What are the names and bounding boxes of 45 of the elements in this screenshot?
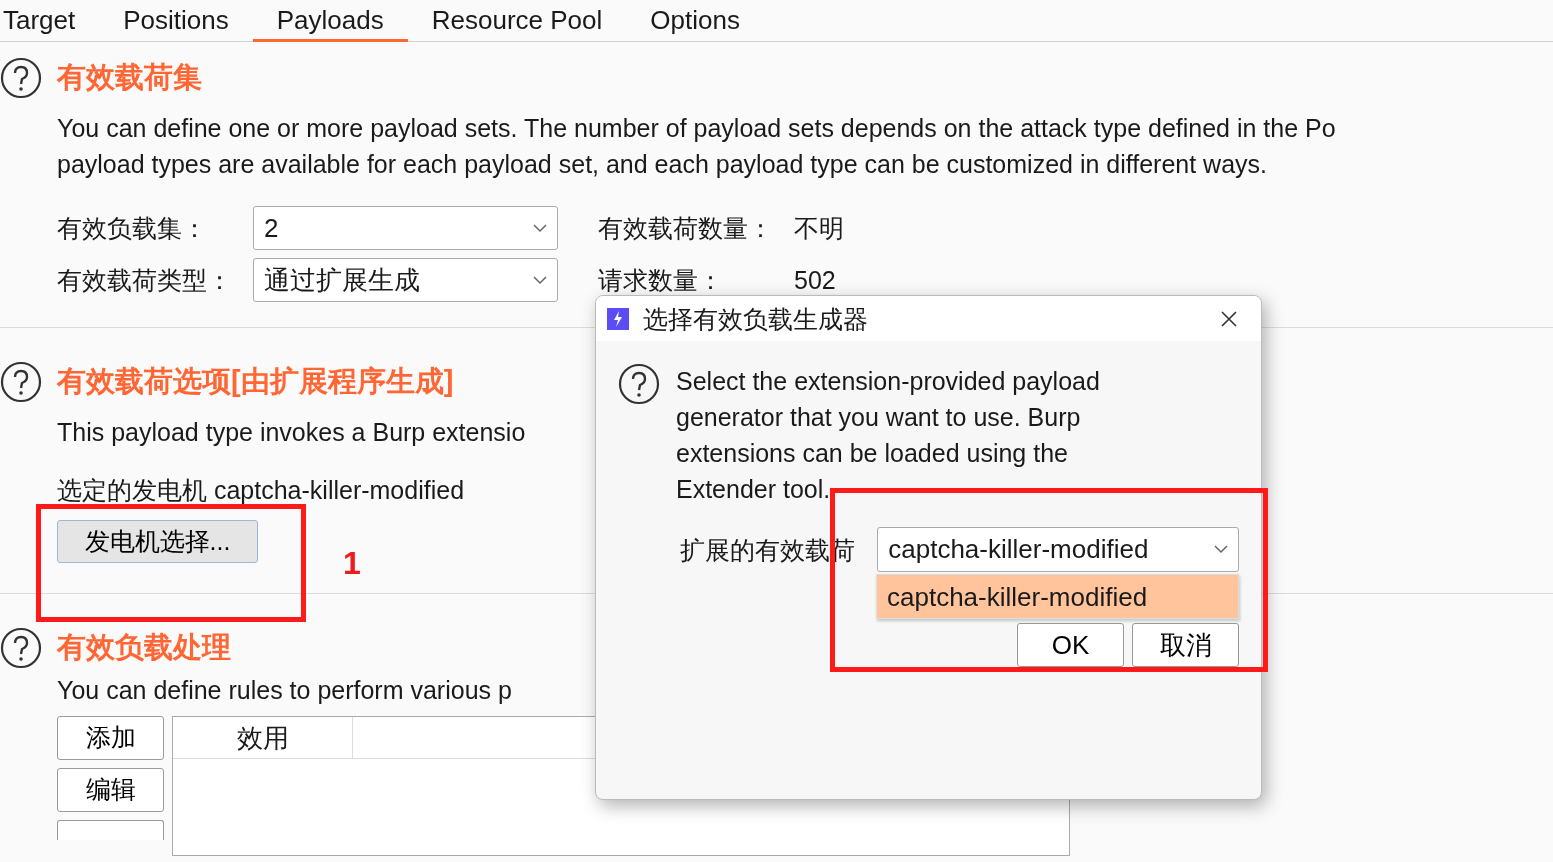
tab[interactable]: Positions <box>99 0 253 42</box>
help-icon <box>0 57 42 99</box>
generator-select-button[interactable]: 发电机选择... <box>57 520 258 563</box>
chevron-icon <box>1214 545 1228 554</box>
step-number: 1 <box>343 544 361 583</box>
dialog-button[interactable]: 取消 <box>1132 623 1239 667</box>
stat-value: 不明 <box>794 213 844 244</box>
stat-label: 有效载荷数量： <box>598 213 774 244</box>
stat-value: 502 <box>794 265 836 296</box>
description-text: You can define one or more payload sets. The number of payload sets depends on the attack type defined in the Po <box>57 113 1337 144</box>
dropdown[interactable]: captcha-killer-modified <box>877 527 1239 572</box>
help-icon <box>0 361 42 403</box>
dropdown-value: 2 <box>264 211 279 245</box>
dropdown-value: 通过扩展生成 <box>264 263 420 297</box>
section-title: 有效载荷集 <box>57 60 202 96</box>
tab[interactable]: Resource Pool <box>407 0 627 42</box>
dropdown-value: captcha-killer-modified <box>888 533 1149 566</box>
dialog-message: Select the extension-provided payload generator that you want to use. Burp extensions can be loaded using the Extender tool. <box>676 366 1100 505</box>
field-label: 有效负载集： <box>57 213 208 244</box>
close-icon[interactable] <box>1221 310 1237 327</box>
dialog-button[interactable]: OK <box>1017 623 1124 667</box>
chevron-icon <box>533 223 547 233</box>
help-icon <box>618 363 660 405</box>
tab[interactable]: Target <box>0 0 100 42</box>
dropdown-option[interactable]: captcha-killer-modified <box>876 574 1239 619</box>
rule-button[interactable]: 编辑 <box>57 768 164 812</box>
dropdown[interactable]: 2 <box>253 206 558 250</box>
app-icon <box>607 307 629 330</box>
description-text: payload types are available for each payload set, and each payload type can be customized in different ways. <box>57 149 1269 180</box>
column-header: 效用 <box>173 717 353 759</box>
description-text: You can define rules to perform various p <box>57 675 513 706</box>
tab[interactable]: Options <box>626 0 764 42</box>
field-label: 有效载荷类型： <box>57 265 233 296</box>
selected-generator-text: 选定的发电机 captcha-killer-modified <box>57 475 465 506</box>
section-title: 有效负载处理 <box>57 630 231 666</box>
chevron-icon <box>533 275 547 285</box>
rule-button[interactable] <box>57 820 164 840</box>
dropdown[interactable]: 通过扩展生成 <box>253 258 558 302</box>
dialog-title: 选择有效负载生成器 <box>643 303 868 335</box>
tab[interactable]: Payloads <box>252 0 408 42</box>
description-text: This payload type invokes a Burp extensio <box>57 417 526 448</box>
section-title: 有效载荷选项[由扩展程序生成] <box>57 364 454 400</box>
rule-button[interactable]: 添加 <box>57 716 164 760</box>
stat-label: 请求数量： <box>598 265 724 296</box>
help-icon <box>0 627 42 669</box>
